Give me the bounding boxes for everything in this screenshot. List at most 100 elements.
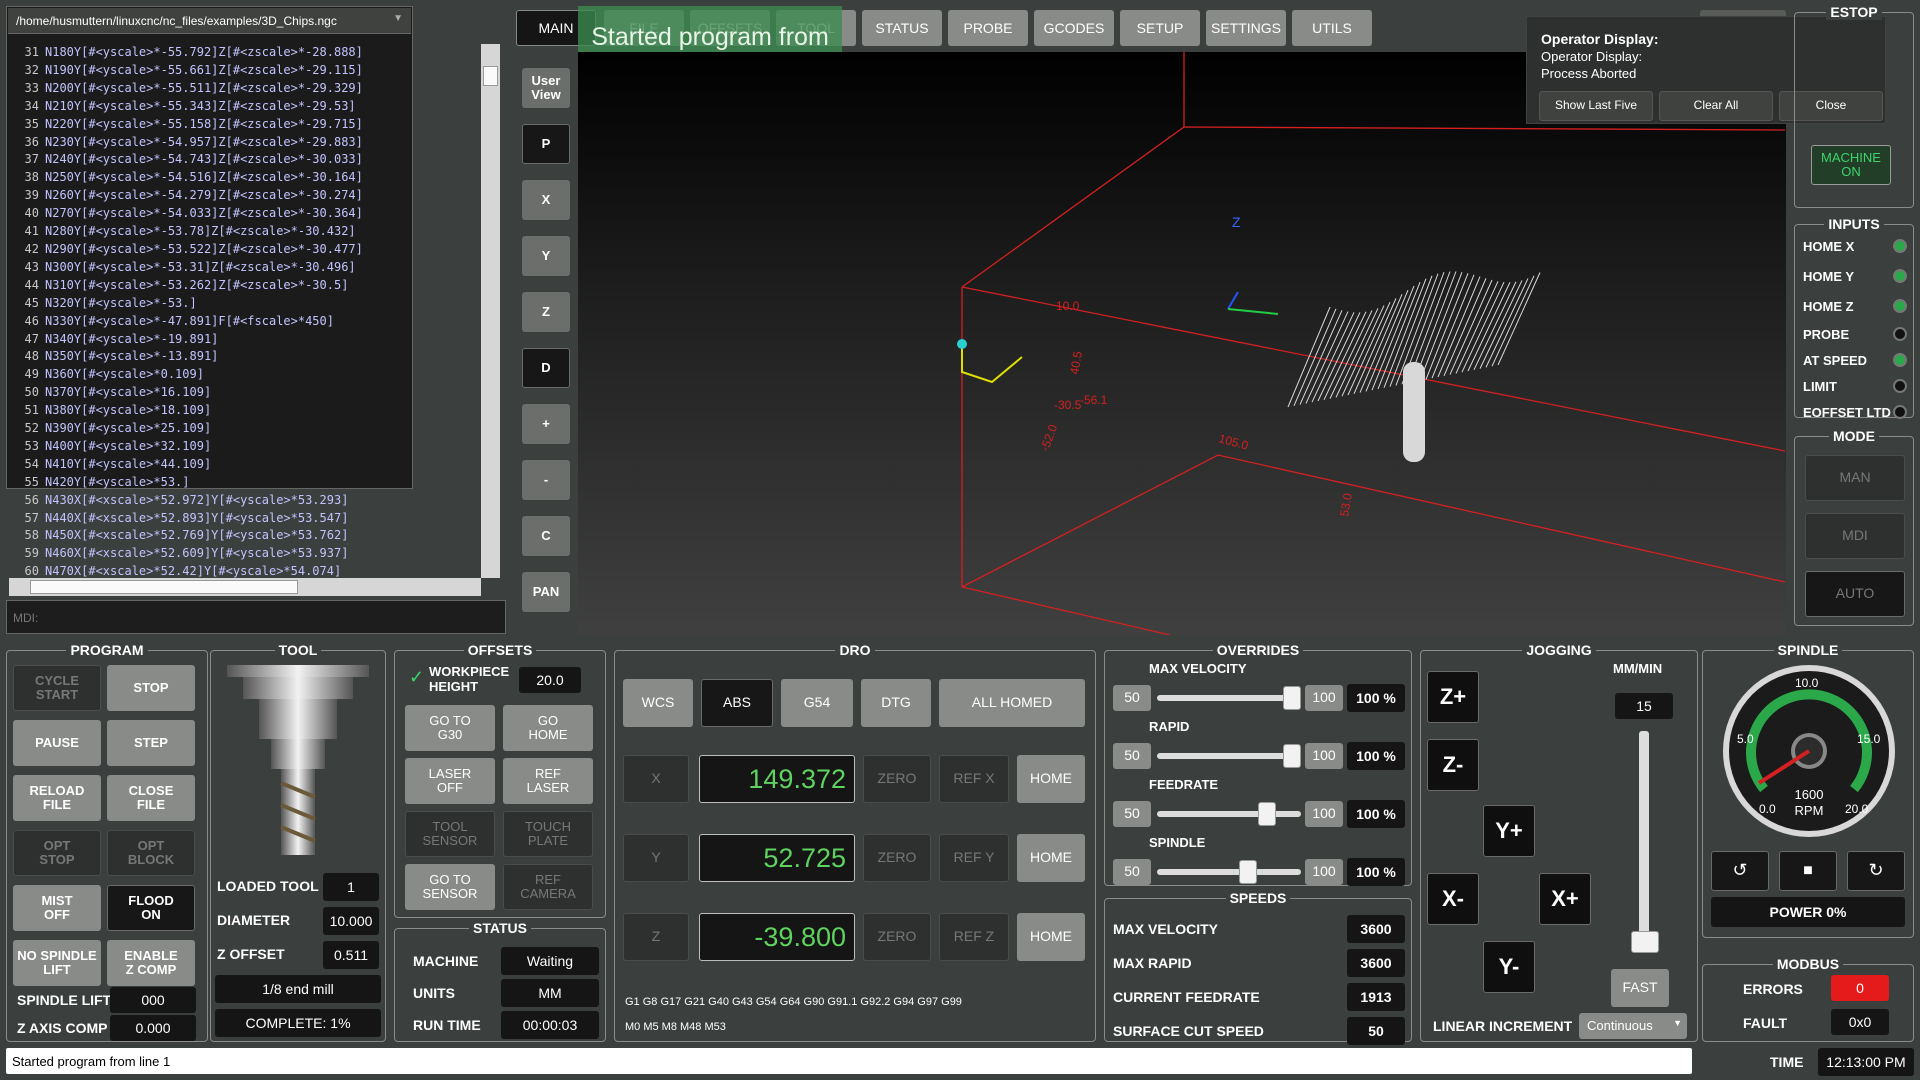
tab-probe[interactable]: PROBE <box>948 10 1028 46</box>
vertical-scroll-thumb[interactable] <box>483 66 498 86</box>
offsets-touch-plate-button[interactable]: TOUCH PLATE <box>503 811 593 857</box>
view-button-p[interactable]: P <box>522 124 570 164</box>
offsets-go-to-g30-button[interactable]: GO TO G30 <box>405 705 495 751</box>
program-reload-file-button[interactable]: RELOAD FILE <box>13 775 101 821</box>
machine-on-button[interactable]: MACHINE ON <box>1811 145 1891 185</box>
dro-zero-z-button[interactable]: ZERO <box>863 913 931 961</box>
toolpath-segment <box>1419 271 1463 381</box>
spindle-reverse-button[interactable]: ↺ <box>1711 851 1769 891</box>
override-spindle-min-button[interactable]: 50 <box>1113 859 1151 885</box>
mode-mdi-button[interactable]: MDI <box>1805 513 1905 559</box>
jog-yplus-button[interactable]: Y+ <box>1483 805 1535 857</box>
all-homed-button[interactable]: ALL HOMED <box>939 679 1085 727</box>
override-spindle-slider-knob[interactable] <box>1239 860 1257 884</box>
vertical-scrollbar[interactable] <box>481 44 500 578</box>
override-feedrate-min-button[interactable]: 50 <box>1113 801 1151 827</box>
view-button-user-view[interactable]: User View <box>522 68 570 108</box>
offsets-laser-off-button[interactable]: LASER OFF <box>405 758 495 804</box>
program-stop-button[interactable]: STOP <box>107 665 195 711</box>
jog-zminus-button[interactable]: Z- <box>1427 739 1479 791</box>
jog-xplus-button[interactable]: X+ <box>1539 873 1591 925</box>
offsets-ref-laser-button[interactable]: REF LASER <box>503 758 593 804</box>
view-button-zoom-out[interactable]: - <box>522 460 570 500</box>
program-step-button[interactable]: STEP <box>107 720 195 766</box>
dtg-button[interactable]: DTG <box>861 679 931 727</box>
program-mist-off-button[interactable]: MIST OFF <box>13 885 101 931</box>
linear-increment-select[interactable]: Continuous ▼ <box>1579 1013 1687 1039</box>
view-button-y[interactable]: Y <box>522 236 570 276</box>
jog-rate-slider-knob[interactable] <box>1631 931 1659 953</box>
program-opt-stop-button[interactable]: OPT STOP <box>13 830 101 876</box>
3d-viewport[interactable]: 10.0 40.5 -56.1 -30.5 -52.0 105.0 53.0 Z <box>578 52 1786 636</box>
override-feedrate-slider-track[interactable] <box>1157 811 1301 817</box>
program-cycle-start-button[interactable]: CYCLE START <box>13 665 101 711</box>
offsets-go-home-button[interactable]: GO HOME <box>503 705 593 751</box>
offsets-ref-camera-button[interactable]: REF CAMERA <box>503 864 593 910</box>
program-pause-button[interactable]: PAUSE <box>13 720 101 766</box>
override-rapid-min-button[interactable]: 50 <box>1113 743 1151 769</box>
clear-all-button[interactable]: Clear All <box>1659 91 1773 121</box>
override-rapid-slider-knob[interactable] <box>1283 744 1301 768</box>
view-button-c[interactable]: C <box>522 516 570 556</box>
override-feedrate-slider-knob[interactable] <box>1258 802 1276 826</box>
override-spindle-max-button[interactable]: 100 <box>1305 859 1343 885</box>
view-button-d[interactable]: D <box>522 348 570 388</box>
dro-home-z-button[interactable]: HOME <box>1017 913 1085 961</box>
dro-ref-z-button[interactable]: REF Z <box>939 913 1009 961</box>
horizontal-scroll-thumb[interactable] <box>30 580 298 594</box>
tab-utils[interactable]: UTILS <box>1292 10 1372 46</box>
z-axis-comp-value[interactable]: 0.000 <box>110 1015 196 1041</box>
program-flood-on-button[interactable]: FLOOD ON <box>107 885 195 931</box>
program-close-file-button[interactable]: CLOSE FILE <box>107 775 195 821</box>
show-last-five-button[interactable]: Show Last Five <box>1539 91 1653 121</box>
override-max-velocity-slider-knob[interactable] <box>1283 686 1301 710</box>
dro-zero-y-button[interactable]: ZERO <box>863 834 931 882</box>
mode-auto-button[interactable]: AUTO <box>1805 571 1905 617</box>
offsets-go-to-sensor-button[interactable]: GO TO SENSOR <box>405 864 495 910</box>
file-path-combo[interactable]: /home/husmuttern/linuxcnc/nc_files/examp… <box>8 8 411 34</box>
program-no-spindle-lift-button[interactable]: NO SPINDLE LIFT <box>13 940 101 986</box>
override-feedrate-max-button[interactable]: 100 <box>1305 801 1343 827</box>
jog-xminus-button[interactable]: X- <box>1427 873 1479 925</box>
spindle-lift-value[interactable]: 000 <box>110 987 196 1013</box>
tab-setup[interactable]: SETUP <box>1120 10 1200 46</box>
jog-rate-slider-track[interactable] <box>1639 731 1649 947</box>
override-max-velocity-slider-track[interactable] <box>1157 695 1301 701</box>
gcode-editor[interactable]: 31 N180Y[#<yscale>*-55.792]Z[#<zscale>*-2… <box>9 44 391 578</box>
dro-ref-x-button[interactable]: REF X <box>939 755 1009 803</box>
tab-gcodes[interactable]: GCODES <box>1034 10 1114 46</box>
spindle-forward-button[interactable]: ↻ <box>1847 851 1905 891</box>
override-rapid-slider-track[interactable] <box>1157 753 1301 759</box>
jog-rate-value[interactable]: 15 <box>1615 693 1673 719</box>
workpiece-height-value[interactable]: 20.0 <box>519 667 581 693</box>
jog-yminus-button[interactable]: Y- <box>1483 941 1535 993</box>
view-button-zoom-in[interactable]: + <box>522 404 570 444</box>
g54-button[interactable]: G54 <box>781 679 853 727</box>
override-rapid-max-button[interactable]: 100 <box>1305 743 1343 769</box>
view-button-pan[interactable]: PAN <box>522 572 570 612</box>
dro-home-x-button[interactable]: HOME <box>1017 755 1085 803</box>
fast-button[interactable]: FAST <box>1611 969 1669 1007</box>
override-spindle-slider-track[interactable] <box>1157 869 1301 875</box>
toolpath-segment <box>1491 275 1535 367</box>
view-button-x[interactable]: X <box>522 180 570 220</box>
jog-zplus-button[interactable]: Z+ <box>1427 671 1479 723</box>
program-enable-z-comp-button[interactable]: ENABLE Z COMP <box>107 940 195 986</box>
abs-button[interactable]: ABS <box>701 679 773 727</box>
mode-man-button[interactable]: MAN <box>1805 455 1905 501</box>
wcs-button[interactable]: WCS <box>623 679 693 727</box>
dro-home-y-button[interactable]: HOME <box>1017 834 1085 882</box>
override-max-velocity-min-button[interactable]: 50 <box>1113 685 1151 711</box>
mdi-input[interactable]: MDI: <box>6 600 506 634</box>
gcode-line: 52 N390Y[#<yscale>*25.109] <box>9 420 391 438</box>
offsets-tool-sensor-button[interactable]: TOOL SENSOR <box>405 811 495 857</box>
dro-ref-y-button[interactable]: REF Y <box>939 834 1009 882</box>
view-button-z[interactable]: Z <box>522 292 570 332</box>
dro-zero-x-button[interactable]: ZERO <box>863 755 931 803</box>
loaded-tool-value[interactable]: 1 <box>323 873 379 901</box>
tab-status[interactable]: STATUS <box>862 10 942 46</box>
spindle-stop-button[interactable]: ■ <box>1779 851 1837 891</box>
program-opt-block-button[interactable]: OPT BLOCK <box>107 830 195 876</box>
override-max-velocity-max-button[interactable]: 100 <box>1305 685 1343 711</box>
tab-settings[interactable]: SETTINGS <box>1206 10 1286 46</box>
